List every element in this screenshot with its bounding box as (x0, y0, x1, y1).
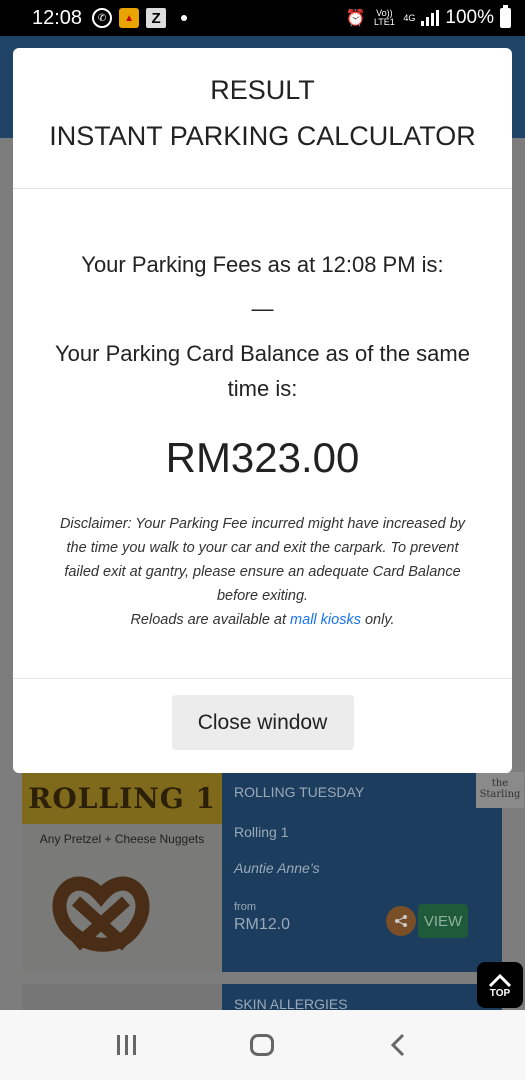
status-bar: 12:08 ✆ ▲ Z ⏰ Vo)) LTE1 4G 100% (0, 0, 525, 36)
scroll-top-button[interactable]: TOP (477, 962, 523, 1008)
modal-title: RESULT (210, 75, 315, 105)
deal-info: ROLLING TUESDAY Rolling 1 Auntie Anne’s … (222, 772, 502, 972)
deal-from-label: from (234, 901, 256, 913)
signal-icon (421, 10, 440, 26)
recent-apps-button[interactable] (117, 1035, 136, 1055)
navigation-bar (0, 1010, 525, 1080)
top-label: TOP (489, 987, 511, 999)
chevron-up-icon (488, 973, 512, 987)
z-app-icon: Z (146, 8, 167, 28)
volte-indicator: Vo)) LTE1 (373, 8, 395, 27)
result-modal: RESULT INSTANT PARKING CALCULATOR Your P… (13, 48, 512, 773)
battery-percent: 100% (445, 7, 494, 28)
deal-image-subtitle: Any Pretzel + Cheese Nuggets (39, 832, 205, 846)
more-notifications-icon (181, 15, 188, 21)
modal-footer: Close window (13, 679, 512, 773)
starling-logo: the Starling (476, 772, 524, 808)
deal-price: RM12.0 (234, 916, 291, 933)
app-notification-icon: ▲ (119, 8, 140, 28)
reload-suffix: only. (364, 612, 395, 628)
close-window-button[interactable]: Close window (171, 695, 354, 750)
back-button[interactable] (388, 1032, 408, 1058)
card-balance-amount: RM323.00 (165, 434, 360, 481)
deal-banner: ROLLING 1 (22, 772, 222, 824)
disclaimer: Disclaimer: Your Parking Fee incurred mi… (13, 512, 512, 632)
alarm-icon: ⏰ (345, 10, 366, 27)
deal-category: ROLLING TUESDAY (234, 784, 365, 800)
modal-header: RESULT INSTANT PARKING CALCULATOR (13, 48, 512, 189)
deal-image: ROLLING 1 Any Pretzel + Cheese Nuggets (22, 772, 222, 972)
view-button[interactable]: VIEW (418, 904, 468, 938)
parking-fees-value: — (251, 296, 274, 321)
network-type: 4G (403, 12, 416, 23)
parking-fees-text: Your Parking Fees as at 12:08 PM is: (81, 252, 444, 277)
home-button[interactable] (250, 1034, 274, 1056)
modal-subtitle: INSTANT PARKING CALCULATOR (49, 121, 476, 151)
deal-brand: Auntie Anne’s (234, 860, 320, 876)
reload-prefix: Reloads are available at (130, 612, 287, 628)
modal-body: Your Parking Fees as at 12:08 PM is: — Y… (13, 189, 512, 679)
status-time: 12:08 (32, 6, 83, 29)
whatsapp-icon: ✆ (92, 8, 113, 28)
mall-kiosks-link[interactable]: mall kiosks (290, 612, 361, 628)
deal-card[interactable]: ROLLING 1 Any Pretzel + Cheese Nuggets R… (22, 772, 524, 972)
deal-name: Rolling 1 (234, 824, 289, 840)
battery-icon (500, 5, 511, 28)
card-balance-text: Your Parking Card Balance as of the same… (55, 341, 470, 401)
share-icon[interactable] (386, 906, 416, 936)
pretzel-image (52, 876, 150, 952)
disclaimer-text: Disclaimer: Your Parking Fee incurred mi… (59, 516, 466, 604)
